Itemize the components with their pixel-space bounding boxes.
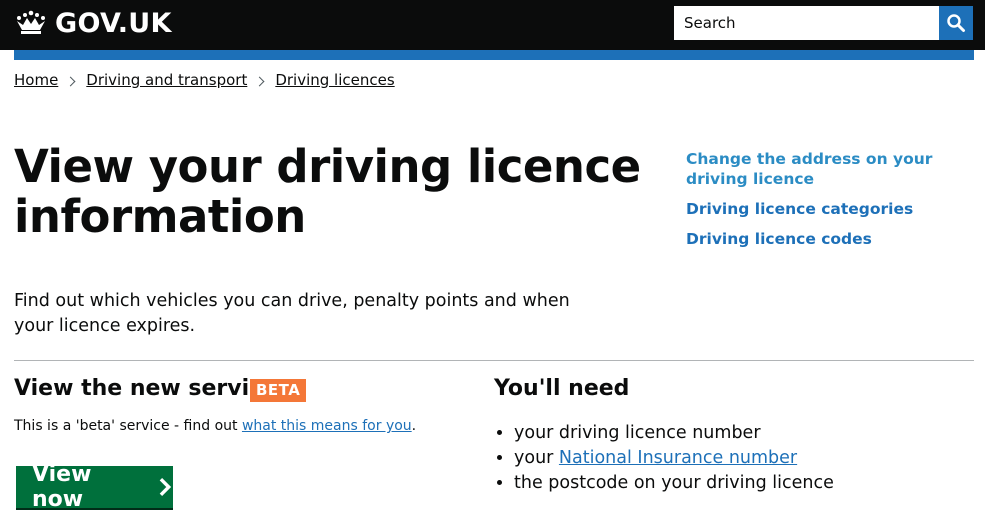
breadcrumb: Home Driving and transport Driving licen… [14,71,395,89]
related-link-licence-categories[interactable]: Driving licence categories [686,199,966,219]
beta-note-prefix: This is a 'beta' service - find out [14,418,242,434]
list-item: your driving licence number [514,421,834,446]
header-blue-band [14,50,974,60]
breadcrumb-driving-licences[interactable]: Driving licences [275,71,394,89]
beta-info-link[interactable]: what this means for you [242,418,412,434]
page-title: View your driving licence information [14,140,641,243]
national-insurance-link[interactable]: National Insurance number [559,448,797,468]
requirement-text: your [514,448,559,468]
beta-badge: BETA [250,379,307,402]
list-item: the postcode on your driving licence [514,471,834,496]
breadcrumb-home[interactable]: Home [14,71,58,89]
search-form [674,6,973,40]
section-divider [14,360,974,361]
requirement-text: the postcode on your driving licence [514,473,834,493]
related-link-licence-codes[interactable]: Driving licence codes [686,229,966,249]
govuk-logo[interactable]: GOV.UK [14,7,172,39]
breadcrumb-driving-and-transport[interactable]: Driving and transport [86,71,247,89]
related-link-change-address[interactable]: Change the address on your driving licen… [686,149,966,189]
logo-text: GOV.UK [55,7,172,39]
search-button[interactable] [939,6,973,40]
view-now-label: View now [32,462,92,512]
view-now-button[interactable]: View now [16,462,173,512]
related-links: Change the address on your driving licen… [686,149,966,259]
page-lede: Find out which vehicles you can drive, p… [14,291,570,336]
chevron-right-icon [65,76,76,86]
chevron-right-icon [160,477,172,497]
list-item: your National Insurance number [514,446,834,471]
search-input[interactable] [674,6,939,40]
crown-icon [17,10,45,34]
site-header: GOV.UK [0,0,985,50]
requirements-list: your driving licence number your Nationa… [494,421,834,496]
beta-note-suffix: . [411,418,417,434]
search-icon [947,14,965,32]
chevron-right-icon [254,76,265,86]
new-service-heading: View the new service [14,376,278,401]
you-need-heading: You'll need [494,376,630,401]
requirement-text: your driving licence number [514,423,761,443]
beta-note: This is a 'beta' service - find out what… [14,418,416,434]
